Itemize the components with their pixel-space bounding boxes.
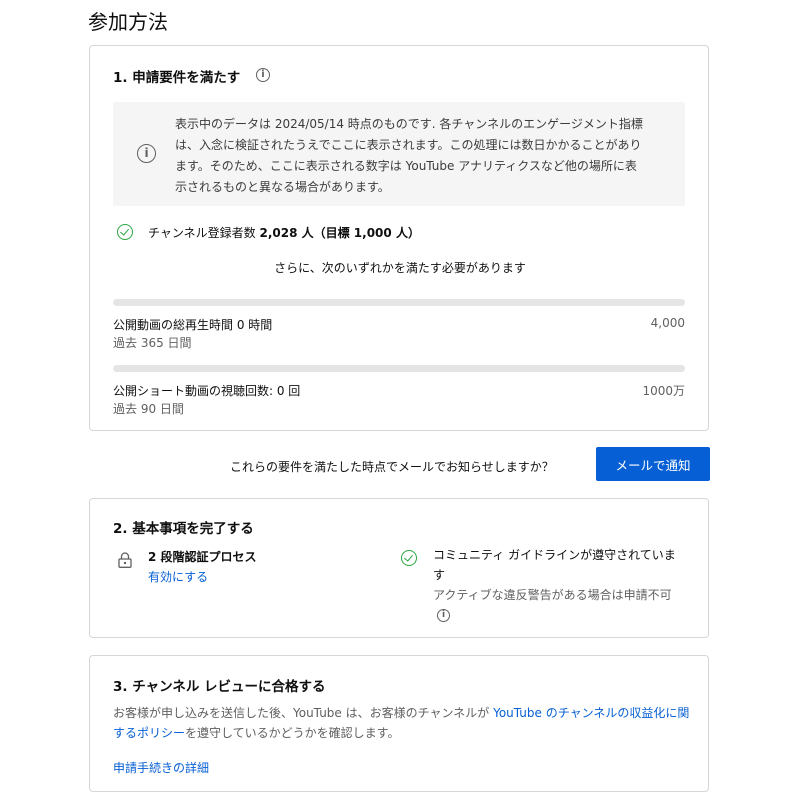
application-details-link[interactable]: 申請手続きの詳細 xyxy=(113,759,209,776)
additional-requirement-text: さらに、次のいずれかを満たす必要があります xyxy=(274,261,526,275)
subscriber-count: 2,028 人 xyxy=(259,226,314,240)
subscriber-label: チャンネル登録者数 xyxy=(148,226,256,240)
requirements-card: 1. 申請要件を満たす i i 表示中のデータは 2024/05/14 時点のも… xyxy=(89,45,709,431)
watch-hours-progress-bar xyxy=(113,299,685,306)
lock-icon xyxy=(118,552,132,568)
notice-text: 表示中のデータは 2024/05/14 時点のものです. 各チャンネルのエンゲー… xyxy=(175,117,643,194)
community-guidelines-title: コミュニティ ガイドラインが遵守されています xyxy=(433,548,676,582)
enable-two-step-link[interactable]: 有効にする xyxy=(148,568,208,585)
subscriber-goal: （目標 1,000 人） xyxy=(313,226,420,240)
info-icon[interactable]: i xyxy=(256,68,270,82)
section3-title: 3. チャンネル レビューに合格する xyxy=(113,679,326,695)
section2-title: 2. 基本事項を完了する xyxy=(113,521,254,537)
strike-note-text: アクティブな違反警告がある場合は申請不可 xyxy=(433,588,672,602)
page-title: 参加方法 xyxy=(88,10,168,34)
watch-hours-period: 過去 365 日間 xyxy=(113,336,192,350)
shorts-views-label: 公開ショート動画の視聴回数: 0 回 xyxy=(113,384,301,398)
review-text-before: お客様が申し込みを送信した後、YouTube は、お客様のチャンネルが xyxy=(113,706,494,720)
check-circle-icon xyxy=(401,550,417,566)
notify-question: これらの要件を満たした時点でメールでお知らせしますか？ xyxy=(230,460,554,474)
review-card: 3. チャンネル レビューに合格する お客様が申し込みを送信した後、YouTub… xyxy=(89,655,709,792)
watch-hours-target: 4,000 xyxy=(650,316,685,330)
check-circle-icon xyxy=(117,224,133,240)
info-icon[interactable]: i xyxy=(437,609,450,622)
notify-by-email-button[interactable]: メールで通知 xyxy=(596,447,710,481)
shorts-views-target: 1000万 xyxy=(642,384,685,398)
community-guidelines-note: アクティブな違反警告がある場合は申請不可 i xyxy=(433,585,683,625)
info-icon: i xyxy=(137,144,156,163)
shorts-views-period: 過去 90 日間 xyxy=(113,402,184,416)
data-notice: i 表示中のデータは 2024/05/14 時点のものです. 各チャンネルのエン… xyxy=(113,102,685,206)
review-description: お客様が申し込みを送信した後、YouTube は、お客様のチャンネルが YouT… xyxy=(113,703,691,743)
review-text-after: を遵守しているかどうかを確認します。 xyxy=(185,726,400,740)
subscriber-requirement: チャンネル登録者数 2,028 人（目標 1,000 人） xyxy=(148,224,420,241)
two-step-title: 2 段階認証プロセス xyxy=(148,550,257,564)
section1-title: 1. 申請要件を満たす xyxy=(113,70,241,86)
watch-hours-label: 公開動画の総再生時間 0 時間 xyxy=(113,318,273,332)
basics-card: 2. 基本事項を完了する 2 段階認証プロセス 有効にする コミュニティ ガイド… xyxy=(89,498,709,638)
shorts-views-progress-bar xyxy=(113,365,685,372)
